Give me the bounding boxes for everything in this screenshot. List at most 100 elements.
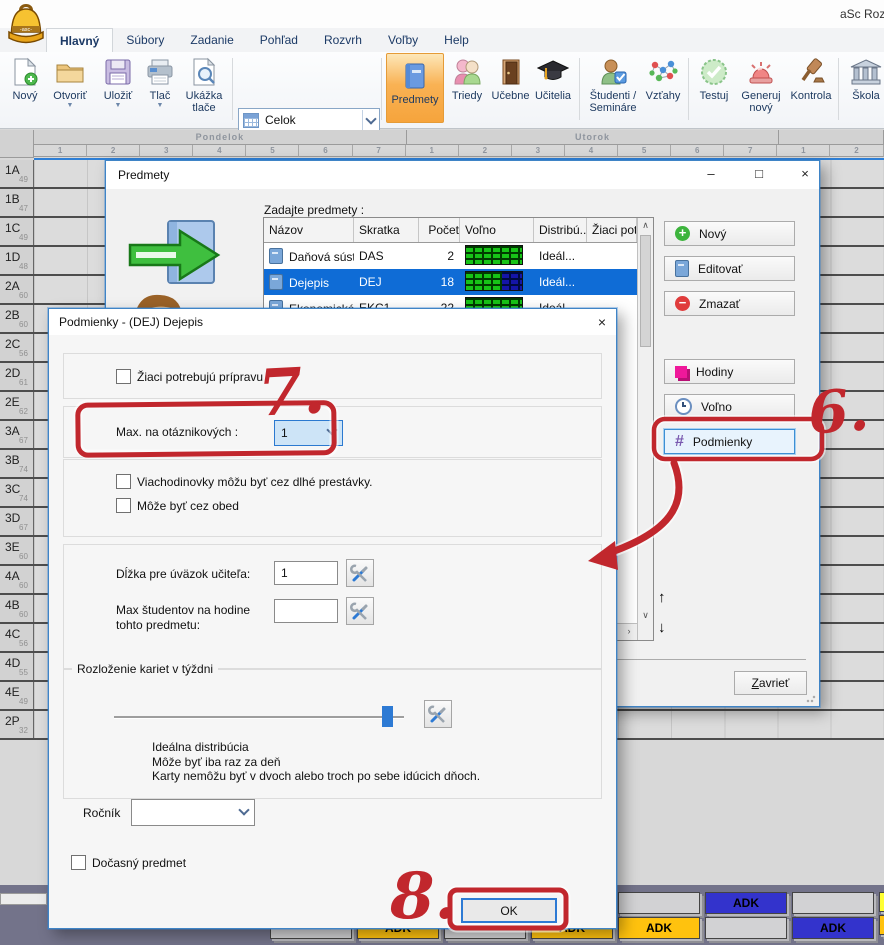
predmety-button[interactable]: Predmety — [386, 53, 444, 123]
max-otaznikove-combo[interactable]: 1 — [274, 420, 343, 446]
move-down-button[interactable]: ↓ — [658, 619, 666, 636]
tab-pohlad[interactable]: Pohľad — [247, 28, 311, 52]
move-up-button[interactable]: ↑ — [658, 589, 666, 606]
volno-button[interactable]: Voľno — [664, 394, 795, 419]
slider-handle[interactable] — [382, 706, 393, 727]
column-header-nazov[interactable]: Názov — [264, 218, 354, 242]
distribution-slider[interactable] — [114, 706, 404, 728]
class-row-label[interactable]: 1C 49 — [0, 218, 34, 245]
tab-volby[interactable]: Voľby — [375, 28, 431, 52]
tab-hlavny[interactable]: Hlavný — [46, 28, 113, 53]
lesson-card[interactable]: ADK — [792, 917, 874, 939]
editovat-button[interactable]: Editovať — [664, 256, 795, 281]
lesson-card[interactable] — [618, 892, 700, 914]
new-file-button[interactable]: Nový — [6, 54, 44, 124]
lesson-card[interactable]: ADK — [618, 917, 700, 939]
studenti-seminare-button[interactable]: Študenti / Semináre — [585, 54, 641, 124]
class-row-label[interactable]: 1A 49 — [0, 160, 34, 187]
asc-bell-logo-icon[interactable]: -asc- — [5, 2, 47, 48]
checkbox-icon[interactable] — [116, 474, 131, 489]
class-row-label[interactable]: 2P 32 — [0, 711, 34, 738]
viachodinovky-checkbox[interactable]: Viachodinovky môžu byť cez dlhé prestávk… — [116, 474, 373, 489]
horizontal-scrollbar-end[interactable] — [0, 893, 47, 905]
tab-help[interactable]: Help — [431, 28, 482, 52]
minimize-button[interactable]: – — [696, 166, 726, 184]
chevron-down-icon[interactable] — [362, 110, 379, 130]
hodiny-button[interactable]: Hodiny — [664, 359, 795, 384]
class-row-label[interactable]: 1D 48 — [0, 247, 34, 274]
cez-obed-checkbox[interactable]: Môže byť cez obed — [116, 498, 239, 513]
column-header-skratka[interactable]: Skratka — [354, 218, 419, 242]
lesson-card[interactable]: ADK — [879, 915, 884, 935]
class-row-label[interactable]: 3C 74 — [0, 479, 34, 506]
dlzka-input[interactable]: 1 — [274, 561, 338, 585]
class-row-label[interactable]: 2E 62 — [0, 392, 34, 419]
column-header-ziaci[interactable]: Žiaci potr... — [587, 218, 637, 242]
lesson-card[interactable] — [705, 917, 787, 939]
class-row-label[interactable]: 4D 55 — [0, 653, 34, 680]
checkbox-icon[interactable] — [116, 369, 131, 384]
resize-grip[interactable] — [806, 693, 816, 703]
open-file-button[interactable]: Otvoriť ▼ — [46, 54, 94, 124]
max-studentov-input[interactable] — [274, 599, 338, 623]
scrollbar-thumb[interactable] — [640, 235, 651, 347]
podmienky-button[interactable]: #Podmienky — [664, 429, 795, 454]
close-button[interactable]: × — [790, 166, 820, 184]
max-studentov-tools-button[interactable] — [346, 597, 374, 625]
checkbox-icon[interactable] — [116, 498, 131, 513]
class-row-label[interactable]: 2D 61 — [0, 363, 34, 390]
generuj-novy-button[interactable]: Generuj nový — [736, 54, 786, 124]
class-row-label[interactable]: 4B 60 — [0, 595, 34, 622]
rocnik-combo[interactable] — [131, 799, 255, 826]
zmazat-button[interactable]: −Zmazať — [664, 291, 795, 316]
dlzka-tools-button[interactable] — [346, 559, 374, 587]
class-row-label[interactable]: 1B 47 — [0, 189, 34, 216]
testuj-button[interactable]: Testuj — [694, 54, 734, 124]
class-row-label[interactable]: 4A 60 — [0, 566, 34, 593]
tab-subory[interactable]: Súbory — [113, 28, 177, 52]
predmety-dialog-titlebar[interactable]: Predmety – □ × — [106, 161, 819, 189]
tab-zadanie[interactable]: Zadanie — [177, 28, 246, 52]
class-row-label[interactable]: 2B 60 — [0, 305, 34, 332]
maxim ize-button[interactable]: □ — [744, 166, 774, 184]
table-vertical-scrollbar[interactable]: ∧ ∨ — [637, 218, 653, 640]
class-row-label[interactable]: 4C 56 — [0, 624, 34, 651]
scroll-up-icon[interactable]: ∧ — [638, 218, 653, 234]
class-row-label[interactable]: 2C 56 — [0, 334, 34, 361]
close-icon[interactable]: × — [598, 314, 606, 330]
lesson-card[interactable]: ADK — [705, 892, 787, 914]
novy-button[interactable]: +Nový — [664, 221, 795, 246]
scroll-right-icon[interactable]: › — [621, 624, 637, 639]
vztahy-button[interactable]: Vzťahy — [641, 54, 685, 124]
column-header-pocet[interactable]: Počet — [419, 218, 460, 242]
column-header-volno[interactable]: Voľno — [460, 218, 534, 242]
rozlozenie-tools-button[interactable] — [424, 700, 452, 728]
scroll-down-icon[interactable]: ∨ — [638, 608, 653, 624]
save-file-button[interactable]: Uložiť ▼ — [96, 54, 140, 124]
class-row-label[interactable]: 4E 49 — [0, 682, 34, 709]
triedy-button[interactable]: Triedy — [446, 54, 488, 124]
zavriet-button[interactable]: Zavrieť — [734, 671, 807, 695]
docasny-predmet-checkbox[interactable]: Dočasný predmet — [71, 855, 186, 870]
table-row[interactable]: Dejepis DEJ 18 Ideál... — [264, 269, 637, 295]
class-row-label[interactable]: 3A 67 — [0, 421, 34, 448]
ucitelia-button[interactable]: Učitelia — [531, 54, 575, 124]
podmienky-dialog-titlebar[interactable]: Podmienky - (DEJ) Dejepis × — [49, 309, 616, 335]
class-row-label[interactable]: 2A 60 — [0, 276, 34, 303]
table-row[interactable]: Daňová sústava DAS 2 Ideál... — [264, 243, 637, 269]
tab-rozvrh[interactable]: Rozvrh — [311, 28, 375, 52]
lesson-card[interactable] — [792, 892, 874, 914]
ucebne-button[interactable]: Učebne — [489, 54, 532, 124]
checkbox-icon[interactable] — [71, 855, 86, 870]
kontrola-button[interactable]: Kontrola — [788, 54, 834, 124]
ziaci-priprava-checkbox[interactable]: Žiaci potrebujú prípravu — [116, 369, 263, 384]
class-row-label[interactable]: 3B 74 — [0, 450, 34, 477]
lesson-card[interactable]: ADK — [879, 892, 884, 912]
class-row-label[interactable]: 3E 60 — [0, 537, 34, 564]
view-select-combo[interactable]: Celok — [238, 108, 380, 132]
print-button[interactable]: Tlač ▼ — [142, 54, 178, 124]
column-header-distribucia[interactable]: Distribú... — [534, 218, 587, 242]
skola-button[interactable]: Škola — [846, 54, 884, 124]
ok-button[interactable]: OK — [461, 898, 557, 923]
class-row-label[interactable]: 3D 67 — [0, 508, 34, 535]
